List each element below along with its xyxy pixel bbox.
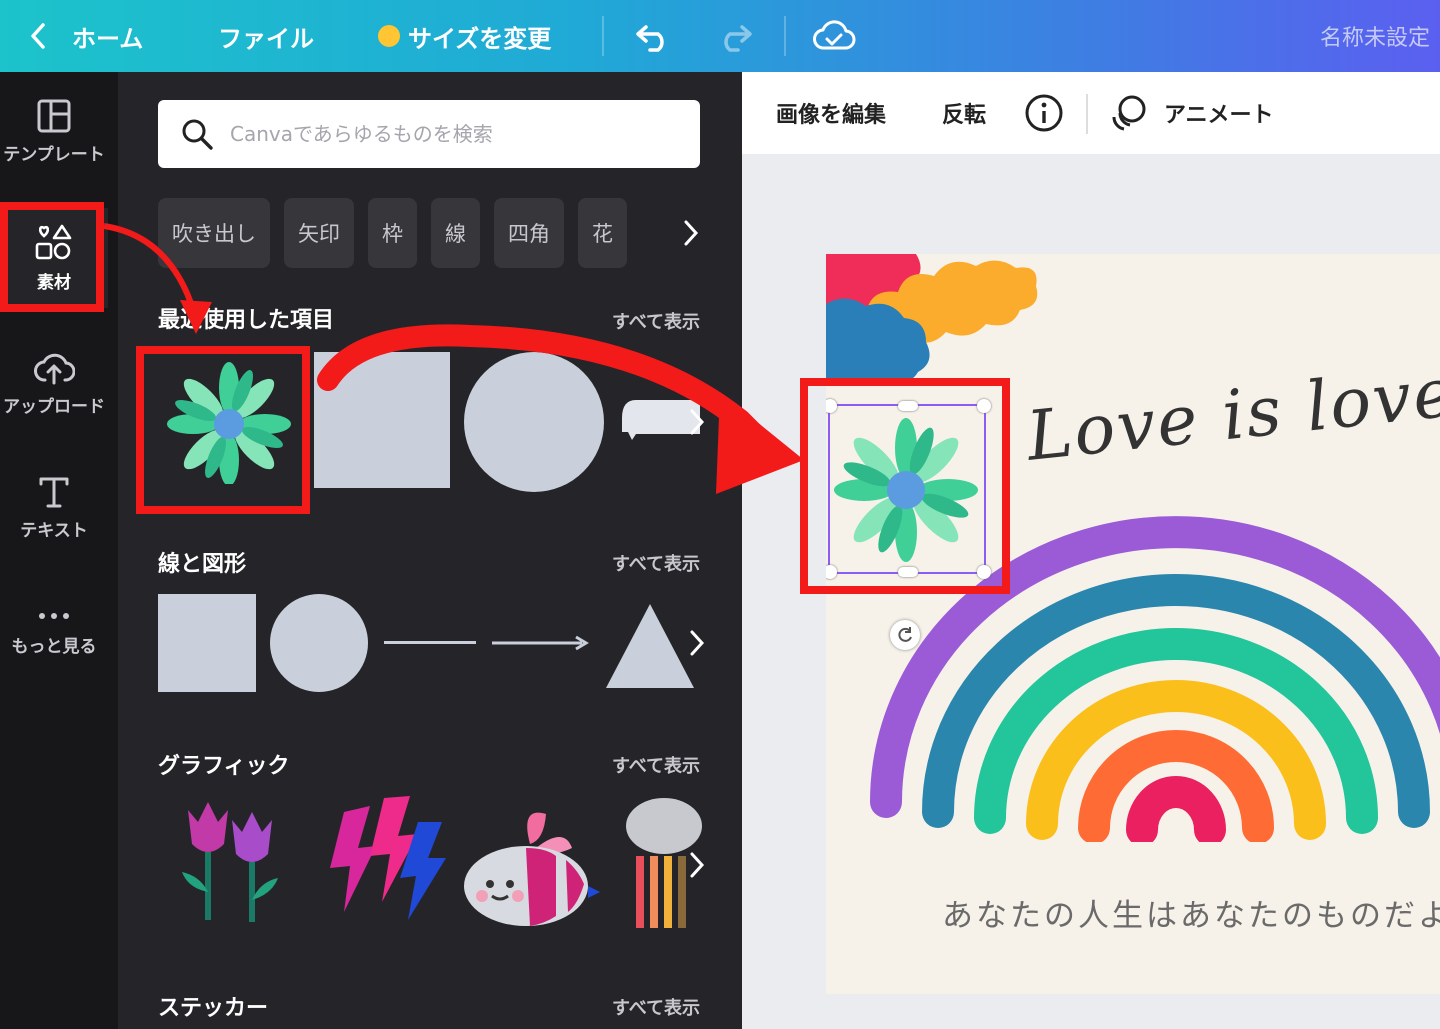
text-icon [39, 477, 69, 508]
recent-title: 最近使用した項目 [158, 308, 335, 333]
bee-graphic[interactable] [460, 792, 600, 932]
home-label: ホーム [72, 24, 144, 53]
graphics-title: グラフィック [158, 754, 290, 779]
resize-button[interactable]: サイズを変更 [378, 0, 551, 72]
graphics-see-all[interactable]: すべて表示 [612, 752, 700, 778]
tulips-graphic[interactable] [170, 792, 290, 932]
shape-arrow-line[interactable] [492, 632, 590, 654]
stickers-title: ステッカー [158, 996, 269, 1021]
chip-arrow[interactable]: 矢印 [284, 198, 354, 268]
rotate-handle[interactable] [890, 620, 920, 650]
shape-circle[interactable] [270, 594, 368, 692]
search-input[interactable] [230, 122, 670, 146]
shape-square[interactable] [158, 594, 256, 692]
recent-next-button[interactable] [682, 400, 712, 444]
chip-speech-bubble[interactable]: 吹き出し [158, 198, 270, 268]
design-page[interactable]: Love is love! あなたの人生はあなたのものだよ [826, 254, 1440, 994]
nav-more[interactable]: もっと見る [0, 606, 108, 696]
highlight-recent-flower [136, 346, 310, 514]
shapes-see-all[interactable]: すべて表示 [612, 550, 700, 576]
stickers-see-all[interactable]: すべて表示 [612, 994, 700, 1020]
document-title[interactable]: 名称未設定 [1320, 0, 1430, 72]
recent-square-item[interactable] [314, 352, 450, 488]
suggestion-chips: 吹き出し 矢印 枠 線 四角 花 [158, 198, 627, 268]
nav-templates[interactable]: テンプレート [0, 98, 108, 188]
chip-frame[interactable]: 枠 [368, 198, 417, 268]
shape-line[interactable] [384, 641, 476, 644]
elements-panel: 吹き出し 矢印 枠 線 四角 花 最近使用した項目 すべて表示 線と図形 すべて… [118, 72, 742, 1029]
lightning-graphic[interactable] [314, 792, 454, 932]
animate-label: アニメート [1164, 103, 1274, 128]
headline-text[interactable]: Love is love! [1023, 350, 1440, 477]
crown-icon [378, 25, 400, 47]
upload-icon [34, 353, 75, 385]
rotate-icon [898, 627, 912, 642]
redo-button[interactable] [714, 0, 754, 72]
nav-text-label: テキスト [20, 521, 88, 541]
undo-button[interactable] [634, 0, 674, 72]
top-bar: ホーム ファイル サイズを変更 名称未設定 [0, 0, 1440, 72]
resize-label: サイズを変更 [408, 24, 552, 53]
undo-icon [636, 25, 664, 52]
animate-icon [1112, 95, 1146, 131]
template-icon [37, 99, 71, 133]
highlight-elements-nav [0, 202, 104, 312]
flip-button[interactable]: 反転 [942, 72, 986, 154]
redo-icon [724, 25, 752, 52]
nav-uploads[interactable]: アップロード [0, 350, 108, 440]
search-box[interactable] [158, 100, 700, 168]
nav-text[interactable]: テキスト [0, 474, 108, 564]
corner-clouds-graphic [826, 254, 1038, 382]
chevron-left-icon [31, 23, 45, 49]
cloud-save-button[interactable] [812, 0, 856, 72]
divider [602, 16, 604, 56]
search-icon [182, 119, 213, 150]
divider [784, 16, 786, 56]
info-icon [1025, 94, 1063, 132]
context-toolbar: 画像を編集 反転 アニメート [742, 72, 1440, 154]
chevron-right-icon [690, 630, 705, 656]
animate-button[interactable]: アニメート [1108, 72, 1274, 154]
chevron-right-icon [684, 220, 699, 246]
file-menu[interactable]: ファイル [218, 0, 314, 72]
more-icon [39, 613, 69, 619]
chips-next-button[interactable] [676, 198, 706, 268]
shapes-title: 線と図形 [158, 552, 247, 577]
chevron-right-icon [690, 852, 705, 878]
nav-more-label: もっと見る [11, 637, 97, 657]
info-button[interactable] [1024, 72, 1064, 154]
edit-image-button[interactable]: 画像を編集 [776, 72, 886, 154]
nav-uploads-label: アップロード [3, 397, 105, 417]
chip-line[interactable]: 線 [431, 198, 480, 268]
nav-templates-label: テンプレート [3, 145, 105, 165]
chip-square[interactable]: 四角 [494, 198, 564, 268]
cloud-check-icon [813, 20, 856, 50]
graphics-next-button[interactable] [682, 850, 712, 880]
highlight-canvas-flower [800, 378, 1010, 594]
recent-see-all[interactable]: すべて表示 [612, 308, 700, 334]
divider [1086, 94, 1088, 134]
recent-circle-item[interactable] [464, 352, 604, 492]
home-button[interactable]: ホーム [28, 0, 143, 72]
tagline-text[interactable]: あなたの人生はあなたのものだよ [942, 890, 1440, 935]
shapes-next-button[interactable] [682, 628, 712, 658]
chip-flower[interactable]: 花 [578, 198, 627, 268]
chevron-right-icon [690, 409, 705, 435]
